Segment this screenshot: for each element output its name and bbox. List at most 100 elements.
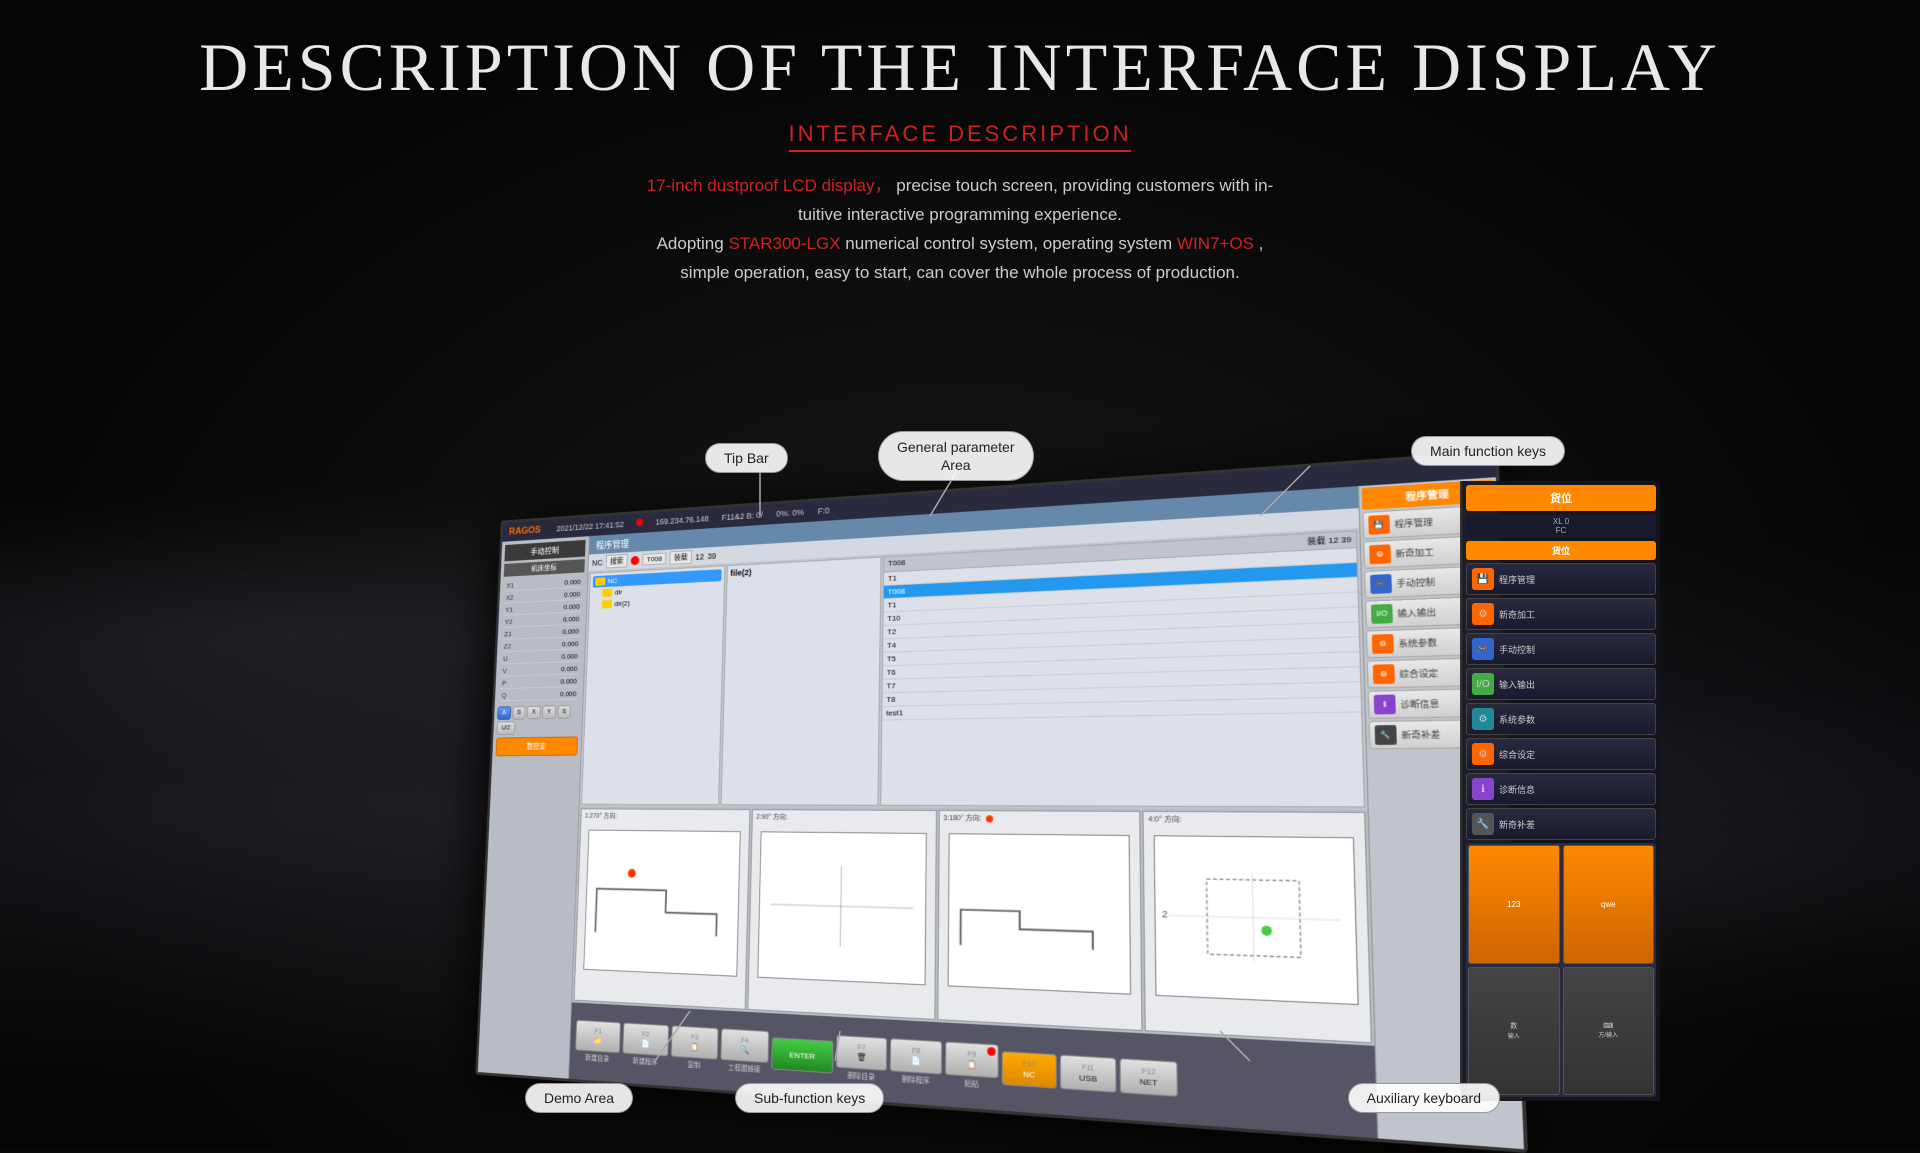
fn-key-label: 新建程序 (632, 1056, 657, 1067)
fn-key-f3[interactable]: F3 📋 (671, 1025, 719, 1059)
aux-key-qwe[interactable]: qwe (1563, 845, 1655, 964)
callout-sub-func: Sub-function keys (735, 1083, 884, 1113)
right-btn-label-7: 诊断信息 (1400, 697, 1439, 710)
aux-keyboard: 123 qwe 数输入 ⌨方/输入 (1466, 843, 1656, 1097)
axis-label: Y1 (504, 604, 532, 616)
fn-key-label: 删除目录 (847, 1070, 875, 1082)
far-right-btn-6[interactable]: ⚙ 综合设定 (1466, 738, 1656, 770)
far-right-btn-label-7: 诊断信息 (1499, 783, 1535, 796)
tree-item-dir2-label: dir(2) (614, 599, 630, 608)
far-right-btn-icon-2: ⚙ (1472, 603, 1494, 625)
status-ip: 169.234.76.148 (655, 514, 709, 527)
far-right-btn-7[interactable]: ℹ 诊断信息 (1466, 773, 1656, 805)
red-indicator (636, 519, 643, 527)
fn-key-enter[interactable]: ENTER (771, 1037, 833, 1073)
far-right-btn-2[interactable]: ⚙ 新奇加工 (1466, 598, 1656, 630)
view-180: 3:180° 方向: (937, 810, 1143, 1031)
fn-key-f12[interactable]: F12 NET (1120, 1058, 1178, 1097)
tool-header-left: T008 (888, 558, 905, 569)
tool-header-right: 装载 12 39 (1307, 534, 1351, 548)
btn-bottom[interactable]: 数控走 (496, 736, 578, 756)
toolbar-extra: 39 (707, 551, 716, 561)
fn-key-num: F7 (858, 1044, 866, 1052)
far-right-btn-1[interactable]: 💾 程序管理 (1466, 563, 1656, 595)
fn-key-label: 粘贴 (964, 1078, 978, 1090)
btn-s2[interactable]: S (557, 705, 571, 719)
enter-icon: ENTER (789, 1050, 815, 1061)
right-btn-label-8: 新奇补差 (1401, 728, 1440, 741)
fn-key-f8[interactable]: F8 📄 (890, 1038, 942, 1075)
far-right-btn-3[interactable]: 🎮 手动控制 (1466, 633, 1656, 665)
axis-label: X1 (505, 580, 533, 592)
fn-key-group-f11: F11 USB (1060, 1055, 1117, 1093)
toolbar-t[interactable]: T008 (642, 553, 666, 566)
btn-x[interactable]: X (527, 706, 541, 720)
fn-key-num: F11 (1082, 1064, 1095, 1072)
fn-key-f11[interactable]: F11 USB (1060, 1055, 1117, 1093)
desc-text-5: , (1259, 234, 1264, 253)
right-btn-label-2: 新奇加工 (1395, 546, 1434, 560)
view-0: 4:0° 方向: 2 (1143, 811, 1372, 1044)
aux-key-shu[interactable]: 数输入 (1468, 967, 1560, 1096)
fn-key-f1[interactable]: F1 📁 (575, 1020, 621, 1054)
btn-y[interactable]: Y (542, 705, 556, 719)
view-90-label: 2:90° 方向: (756, 812, 931, 823)
view-270-diagram (579, 825, 745, 982)
axis-label: X2 (504, 592, 532, 604)
axis-label: Q (500, 690, 528, 701)
toolbar-search[interactable]: 搜索 (606, 554, 628, 569)
aux-key-123[interactable]: 123 (1468, 845, 1560, 964)
aux-key-fang[interactable]: ⌨方/输入 (1563, 967, 1655, 1096)
far-right-top-label: 货位 (1466, 485, 1656, 511)
far-right-btn-icon-5: ⚙ (1472, 708, 1494, 730)
coord-row: Z10.000 (502, 626, 580, 640)
right-btn-icon-6: ⚙ (1373, 664, 1395, 684)
fn-key-icon: 📄 (641, 1039, 650, 1048)
coord-value: 0.000 (533, 589, 582, 602)
coord-value: 0.000 (531, 639, 580, 651)
tree-item-dir-label: dir (615, 588, 623, 596)
desc-highlight-2: STAR300-LGX (728, 234, 840, 253)
far-right-btn-label-2: 新奇加工 (1499, 608, 1535, 621)
desc-text-6: simple operation, easy to start, can cov… (0, 259, 1920, 288)
file-tree: NC dir dir(2) (581, 565, 725, 805)
desc-text-2: tuitive interactive programming experien… (0, 201, 1920, 230)
fn-key-num: F9 (968, 1051, 976, 1059)
right-btn-icon-8: 🔧 (1375, 725, 1397, 745)
tool-list-pane: T008 装载 12 39 T1 T008 T1 T10 T2 T4 (880, 530, 1365, 807)
fn-key-f2[interactable]: F2 📄 (622, 1023, 669, 1057)
fn-key-icon: 📋 (690, 1042, 699, 1051)
btn-u2[interactable]: U/2 (497, 721, 516, 735)
red-dot (986, 815, 993, 822)
desc-text-4: numerical control system, operating syst… (845, 234, 1177, 253)
coord-row: V0.000 (501, 664, 579, 677)
fn-key-num: F1 (594, 1028, 601, 1035)
file-list-pane: file(2) (721, 557, 882, 806)
callout-aux-keyboard: Auxiliary keyboard (1348, 1083, 1500, 1113)
cnc-screen: RAGOS 2021/12/22 17:41:52 169.234.76.148… (475, 450, 1528, 1153)
right-btn-icon-3: 🎮 (1370, 574, 1392, 594)
status-file: F11&2 B: 0/ (722, 510, 763, 522)
far-right-btn-8[interactable]: 🔧 新奇补差 (1466, 808, 1656, 840)
fn-key-group-f8: F8 📄 删除程序 (890, 1038, 943, 1087)
fn-key-num: F4 (741, 1037, 749, 1044)
btn-s[interactable]: S (512, 706, 526, 720)
fn-key-num: F3 (691, 1034, 699, 1041)
fn-key-f4[interactable]: F4 🔍 (720, 1028, 769, 1063)
far-right-btn-5[interactable]: ⚙ 系统参数 (1466, 703, 1656, 735)
btn-a[interactable]: A (497, 706, 511, 720)
fn-key-f10[interactable]: F10 NC (1002, 1051, 1057, 1089)
fn-key-group-f9: F9 📋 粘贴 (945, 1041, 999, 1091)
center-main: 程序管理 NC 搜索 T008 装载 12 39 (569, 486, 1377, 1138)
toolbar-nc: NC (592, 558, 603, 567)
fn-key-num: F2 (642, 1031, 649, 1038)
toolbar-load[interactable]: 装载 (670, 550, 693, 565)
fn-key-f9[interactable]: F9 📋 (945, 1041, 999, 1078)
fn-key-label: 工程图链接 (728, 1062, 761, 1074)
screen-content: RAGOS 2021/12/22 17:41:52 169.234.76.148… (478, 454, 1524, 1150)
red-dot-fn9 (987, 1047, 995, 1056)
desc-highlight-1: 17-inch dustproof LCD display， (647, 176, 892, 195)
callout-demo-area: Demo Area (525, 1083, 633, 1113)
far-right-btn-4[interactable]: I/O 输入输出 (1466, 668, 1656, 700)
fn-key-f7[interactable]: F7 🗑 (836, 1035, 887, 1071)
